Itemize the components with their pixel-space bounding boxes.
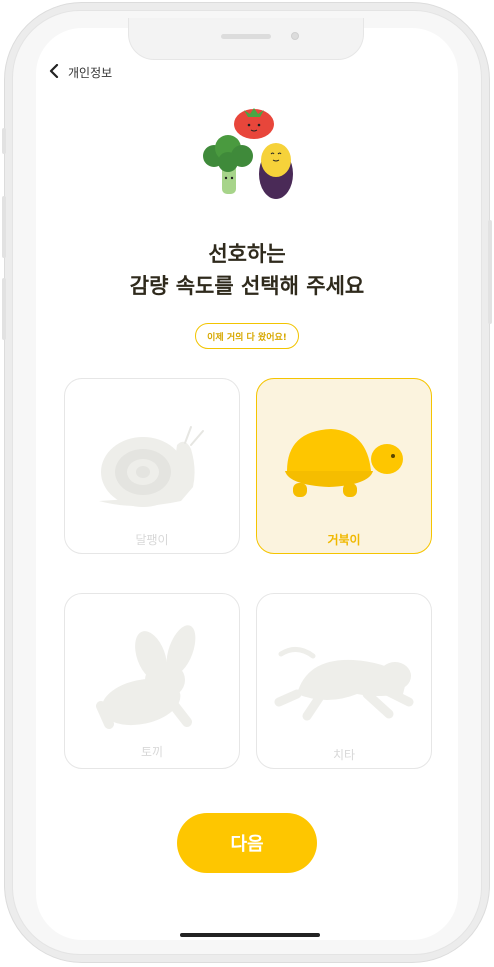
page-title-line2: 감량 속도를 선택해 주세요 — [129, 274, 365, 298]
front-camera — [291, 32, 299, 40]
snail-icon — [99, 426, 204, 507]
option-card-snail[interactable]: 달팽이 — [64, 378, 240, 554]
back-button-label: 개인정보 — [68, 65, 113, 80]
notch — [128, 18, 364, 60]
option-label: 치타 — [332, 748, 356, 762]
next-button[interactable]: 다음 — [177, 813, 317, 873]
chevron-left-icon — [48, 63, 60, 82]
progress-badge: 이제 거의 다 왔어요! — [195, 323, 299, 349]
mute-switch — [2, 128, 6, 154]
page-title-line1: 선호하는 — [208, 242, 286, 266]
back-button[interactable]: 개인정보 — [48, 62, 112, 82]
speaker-grille — [221, 34, 271, 39]
vegetables-illustration — [200, 104, 300, 208]
cheetah-icon — [274, 647, 414, 721]
option-card-turtle[interactable]: 거북이 — [256, 378, 432, 554]
home-indicator — [180, 933, 320, 937]
option-card-cheetah[interactable]: 치타 — [256, 593, 432, 769]
option-label: 달팽이 — [135, 533, 169, 547]
turtle-icon — [285, 429, 403, 497]
option-card-rabbit[interactable]: 토끼 — [64, 593, 240, 769]
option-label: 거북이 — [327, 533, 361, 547]
option-label: 토끼 — [140, 745, 164, 759]
